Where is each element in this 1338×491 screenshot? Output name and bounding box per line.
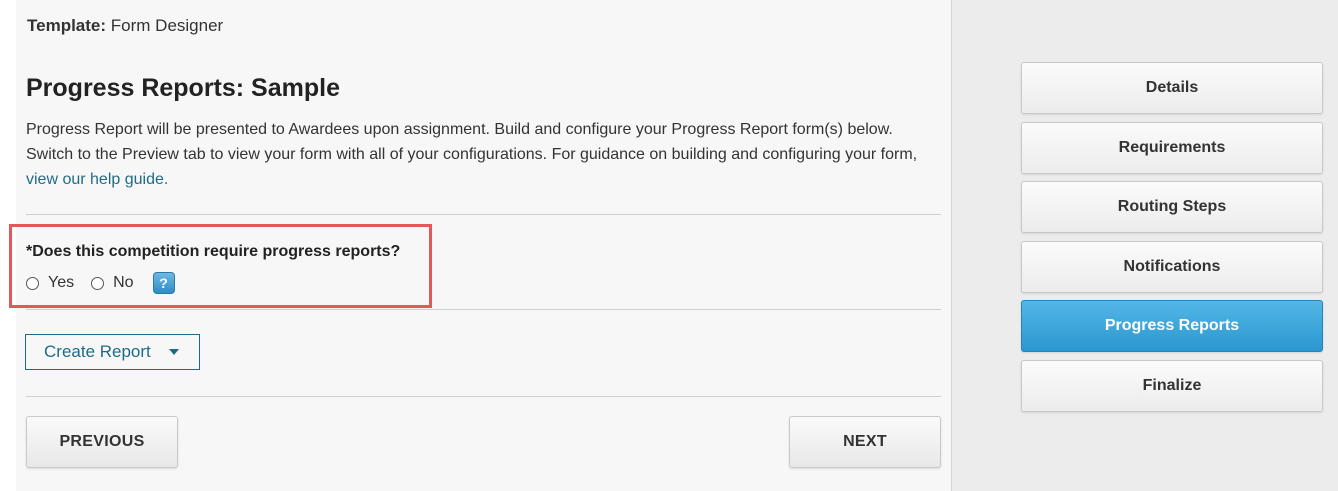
help-guide-link[interactable]: view our help guide. <box>26 171 168 188</box>
previous-button[interactable]: PREVIOUS <box>26 416 178 468</box>
sidebar-item-routing-steps[interactable]: Routing Steps <box>1021 181 1323 233</box>
caret-down-icon <box>168 349 179 355</box>
create-report-button[interactable]: Create Report <box>25 334 200 370</box>
page-title: Progress Reports: Sample <box>26 74 340 102</box>
sidebar-item-requirements[interactable]: Requirements <box>1021 122 1323 174</box>
radio-yes[interactable] <box>26 276 39 290</box>
sidebar-item-finalize[interactable]: Finalize <box>1021 360 1323 412</box>
description-line-2: Switch to the Preview tab to view your f… <box>26 146 918 163</box>
divider <box>26 396 941 397</box>
radio-yes-label[interactable]: Yes <box>48 274 74 292</box>
next-button[interactable]: NEXT <box>789 416 941 468</box>
template-value: Form Designer <box>110 16 224 35</box>
divider <box>26 309 941 310</box>
main-content: Template: Form Designer Progress Reports… <box>9 0 951 491</box>
description-line-1: Progress Report will be presented to Awa… <box>26 121 893 138</box>
question-help-icon[interactable]: ? <box>152 272 175 294</box>
radio-no-label[interactable]: No <box>113 274 133 292</box>
divider <box>26 214 941 215</box>
sidebar-item-notifications[interactable]: Notifications <box>1021 241 1323 293</box>
sidebar-item-details[interactable]: Details <box>1021 62 1323 114</box>
radio-no[interactable] <box>91 276 105 290</box>
page-description: Progress Report will be presented to Awa… <box>26 117 941 192</box>
radio-group: Yes No ? <box>26 269 175 297</box>
create-report-label: Create Report <box>44 342 151 361</box>
sidebar-item-progress-reports[interactable]: Progress Reports <box>1021 300 1323 352</box>
template-line: Template: Form Designer <box>27 16 223 36</box>
sidebar: Details Requirements Routing Steps Notif… <box>951 0 1338 491</box>
question-label: *Does this competition require progress … <box>26 243 401 260</box>
template-label: Template: <box>27 16 107 35</box>
